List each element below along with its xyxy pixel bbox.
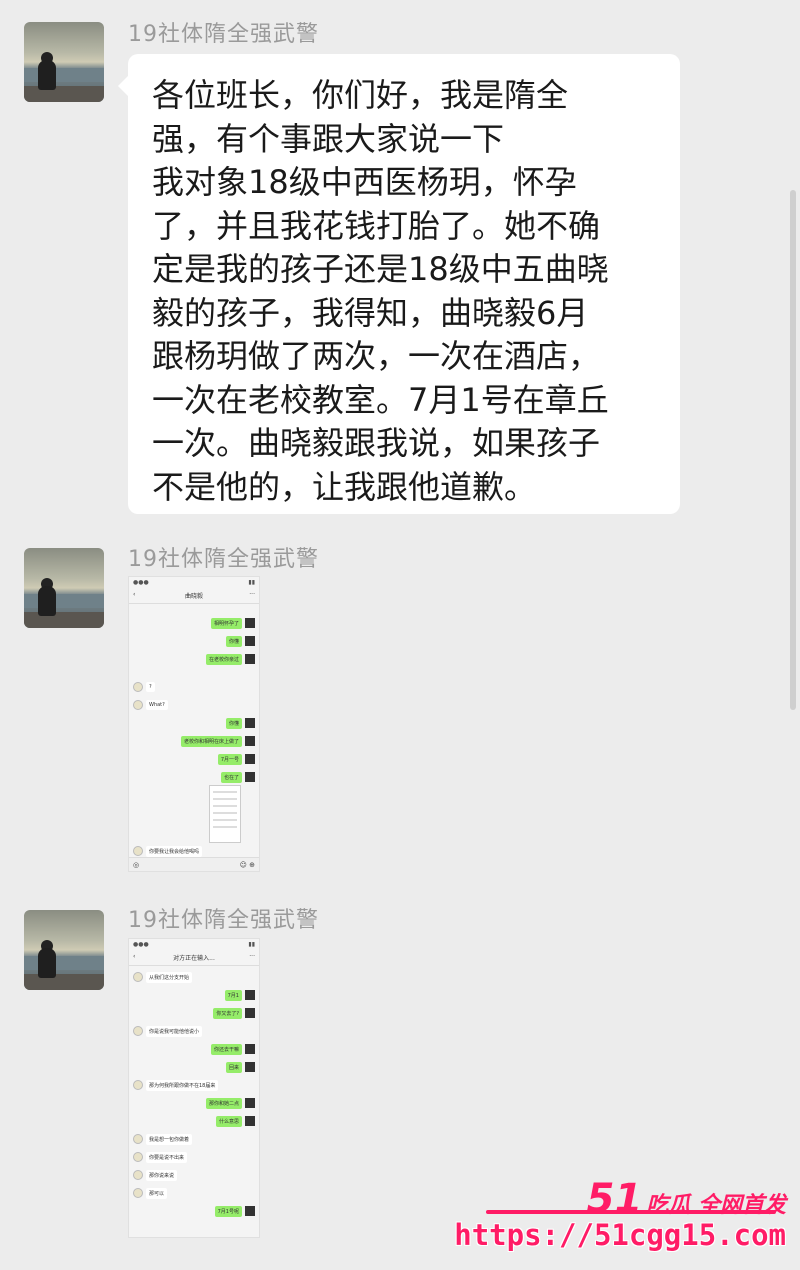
list-item: 我是想一包你做着 <box>133 1133 193 1145</box>
list-item: 你还去干嘛 <box>210 1043 255 1055</box>
list-item: 7月1号呢 <box>214 1205 255 1217</box>
chat-title: 对方正在输入... <box>173 955 215 962</box>
list-item: 从我们这分支开始 <box>133 971 193 983</box>
sender-name: 19社体隋全强武警 <box>128 22 319 47</box>
list-item: 你要我让我会给他喝吗 <box>133 845 203 857</box>
list-item: ? <box>133 681 155 693</box>
message-bubble[interactable]: 各位班长，你们好，我是隋全 强，有个事跟大家说一下 我对象18级中西医杨玥，怀孕… <box>118 54 680 514</box>
watermark-logo: 51 吃瓜 全网首发 <box>586 1176 786 1222</box>
watermark: 51 吃瓜 全网首发 https://51cgg15.com <box>454 1176 792 1266</box>
back-icon: ‹ <box>133 953 136 960</box>
more-icon: ··· <box>249 953 255 960</box>
list-item: 那你和她二点 <box>205 1097 255 1109</box>
list-item: 那你说来说 <box>133 1169 178 1181</box>
message-text: 各位班长，你们好，我是隋全 强，有个事跟大家说一下 我对象18级中西医杨玥，怀孕… <box>152 76 609 506</box>
avatar[interactable] <box>24 910 104 990</box>
sender-name: 19社体隋全强武警 <box>128 547 319 572</box>
chat-title: 曲晓毅 <box>184 593 203 600</box>
watermark-divider <box>486 1210 776 1214</box>
emoji-icon: ☺ ⊕ <box>239 860 255 869</box>
list-item: 什么意思 <box>215 1115 255 1127</box>
avatar[interactable] <box>24 548 104 628</box>
list-item: 也在了 <box>220 771 255 783</box>
sender-name: 19社体隋全强武警 <box>128 908 319 933</box>
avatar[interactable] <box>24 22 104 102</box>
image-attachment[interactable]: ●●● ▮▮ ‹ 对方正在输入... ··· 从我们这分支开始 7月1 你又去了? 你… <box>128 938 260 1238</box>
list-item: 你懂 <box>225 635 255 647</box>
list-item: 你要是说不出来 <box>133 1151 188 1163</box>
voice-icon: ◎ <box>133 860 140 869</box>
list-item: 你又去了? <box>213 1007 255 1019</box>
list-item: 相明怀孕了 <box>210 617 255 629</box>
list-item: 7月1 <box>224 989 255 1001</box>
input-bar: ◎ ☺ ⊕ <box>129 857 259 871</box>
list-item: 老校你和相明在床上做了 <box>180 735 255 747</box>
list-item: 回来 <box>225 1061 255 1073</box>
list-item: 在老校你亲过 <box>205 653 255 665</box>
more-icon: ··· <box>249 591 255 598</box>
list-item: 那为何我所跟你做不在18届来 <box>133 1079 219 1091</box>
list-item: 你是说我可能他他说小 <box>133 1025 203 1037</box>
back-icon: ‹ <box>133 591 136 598</box>
list-item: 你懂 <box>225 717 255 729</box>
list-item: 7月一号 <box>217 753 255 765</box>
list-item: What? <box>133 699 168 711</box>
list-item: 那可以 <box>133 1187 168 1199</box>
watermark-url: https://51cgg15.com <box>454 1218 786 1252</box>
scrollbar[interactable] <box>790 190 796 710</box>
image-thumbnail <box>209 785 241 843</box>
image-attachment[interactable]: ●●● ▮▮ ‹ 曲晓毅 ··· 相明怀孕了 你懂 在老校你亲过 ? What? 你懂… <box>128 576 260 872</box>
